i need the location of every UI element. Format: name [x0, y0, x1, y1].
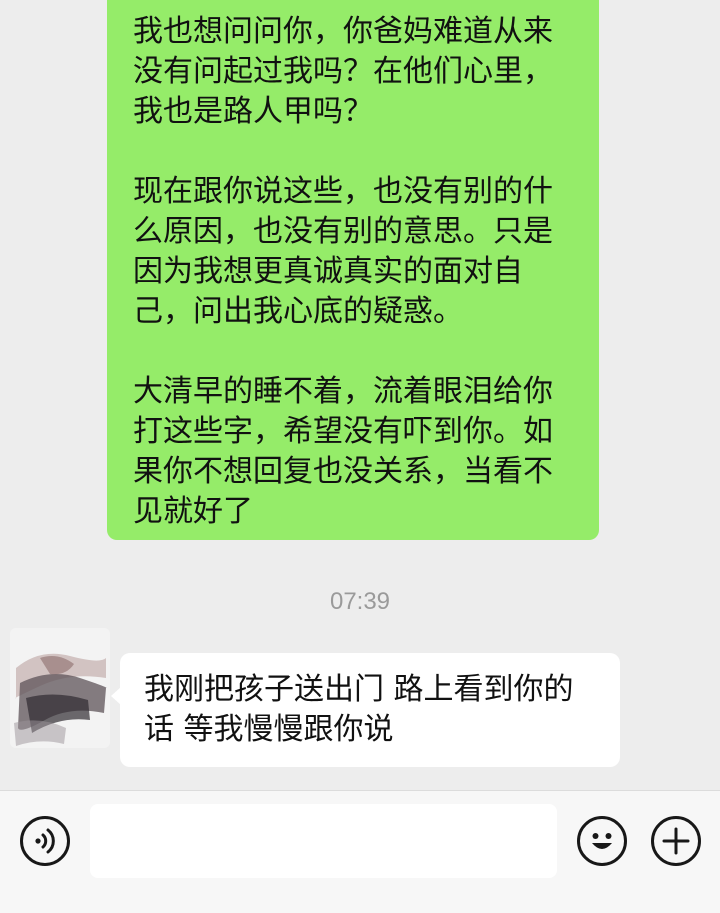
chat-input-bar	[0, 790, 720, 913]
sent-message-bubble[interactable]: 我也想问问你，你爸妈难道从来没有问起过我吗？在他们心里，我也是路人甲吗？ 现在跟…	[107, 0, 599, 540]
avatar-image	[10, 628, 110, 748]
message-timestamp: 07:39	[329, 588, 391, 615]
contact-avatar[interactable]	[10, 628, 110, 748]
sent-message-paragraph: 现在跟你说这些，也没有别的什么原因，也没有别的意思。只是因为我想更真诚真实的面对…	[133, 174, 553, 329]
plus-icon-glyph	[662, 827, 690, 855]
plus-icon[interactable]	[651, 816, 701, 866]
message-input[interactable]	[90, 804, 557, 878]
received-message-bubble[interactable]: 我刚把孩子送出门 路上看到你的话 等我慢慢跟你说	[111, 653, 620, 767]
sent-message-paragraph: 大清早的睡不着，流着眼泪给你打这些字，希望没有吓到你。如果你不想回复也没关系，当…	[133, 374, 553, 529]
chat-screen: 我也想问问你，你爸妈难道从来没有问起过我吗？在他们心里，我也是路人甲吗？ 现在跟…	[0, 0, 720, 913]
received-message-text: 我刚把孩子送出门 路上看到你的话 等我慢慢跟你说	[144, 672, 574, 747]
sent-message-paragraph: 我也想问问你，你爸妈难道从来没有问起过我吗？在他们心里，我也是路人甲吗？	[133, 14, 553, 129]
voice-icon[interactable]	[20, 816, 70, 866]
emoji-icon-glyph	[592, 833, 612, 849]
voice-icon-glyph	[35, 828, 55, 854]
emoji-icon[interactable]	[577, 816, 627, 866]
